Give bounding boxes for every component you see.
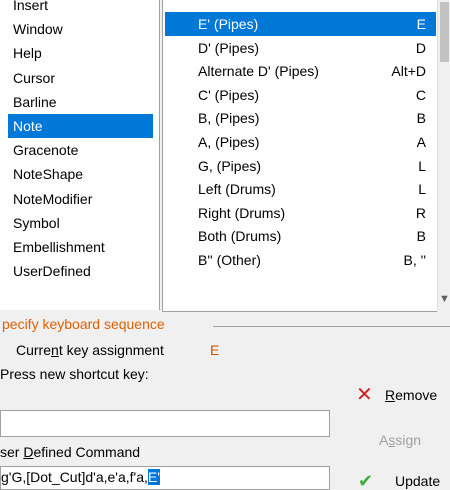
category-item[interactable]: Cursor — [8, 66, 153, 90]
command-shortcut: B — [416, 228, 426, 245]
command-shortcut: C — [415, 86, 426, 103]
remove-button-label: Remove — [385, 383, 437, 407]
remove-mnemonic: R — [385, 387, 396, 403]
user-defined-command-input[interactable]: g'G,[Dot_Cut]d'a,e'a,f'a,E' — [0, 466, 330, 490]
assign-button[interactable]: Assign — [352, 428, 448, 452]
category-item[interactable]: Embellishment — [8, 235, 153, 259]
category-item[interactable]: Help — [8, 41, 153, 65]
category-list[interactable]: Insert Window Help Cursor Barline Note Graceno… — [0, 0, 160, 310]
command-shortcut: R — [415, 204, 426, 221]
command-shortcut: L — [418, 181, 426, 198]
command-row[interactable]: B, (Pipes) B — [165, 106, 436, 130]
command-row[interactable]: Right (Drums) R — [165, 201, 436, 225]
command-label-part: efined Command — [33, 444, 141, 460]
command-row[interactable]: E' (Pipes) E — [165, 12, 436, 36]
command-name: G, (Pipes) — [198, 157, 262, 174]
assign-label-part: sign — [395, 432, 422, 448]
command-label-part: ser — [0, 444, 24, 460]
command-name: A, (Pipes) — [198, 134, 260, 150]
category-item[interactable]: Symbol — [8, 211, 153, 235]
command-name: D' (Pipes) — [198, 39, 260, 56]
command-label-mnemonic: D — [23, 444, 34, 460]
command-list[interactable]: E' (Pipes) E D' (Pipes) D Alternate D' (Pipe… — [162, 0, 437, 312]
user-defined-command-label: ser Defined Command — [0, 444, 140, 460]
command-row[interactable]: G, (Pipes) L — [165, 154, 436, 178]
command-list-scrollbar[interactable]: ▼ — [437, 0, 450, 312]
command-name: Alternate D' (Pipes) — [198, 63, 319, 80]
current-key-label-part: t key assignment — [58, 342, 164, 358]
command-shortcut: D — [415, 39, 426, 56]
checkmark-icon: ✔ — [358, 471, 374, 490]
press-shortcut-label: Press new shortcut key: — [0, 366, 149, 382]
remove-button[interactable]: ✕ Remove — [352, 383, 448, 407]
command-shortcut: L — [418, 157, 426, 174]
current-key-label: Current key assignment — [16, 342, 164, 358]
category-item[interactable]: Gracenote — [8, 138, 153, 162]
category-item[interactable]: Barline — [8, 90, 153, 114]
command-text-selected: E' — [147, 469, 160, 485]
category-item[interactable]: NoteModifier — [8, 187, 153, 211]
command-name: Left (Drums) — [198, 181, 276, 198]
category-item[interactable]: Note — [8, 114, 153, 138]
update-button-label: Update — [395, 473, 441, 489]
keyboard-section-label: pecify keyboard sequence — [2, 316, 165, 332]
assign-button-label: Assign — [379, 428, 421, 452]
current-key-label-mnemonic: n — [51, 342, 59, 358]
category-item[interactable]: Insert — [8, 0, 153, 17]
remove-label-part: emove — [395, 387, 438, 403]
scroll-down-icon[interactable]: ▼ — [438, 288, 450, 310]
category-item[interactable]: NoteShape — [8, 162, 153, 186]
command-name: B, (Pipes) — [198, 110, 260, 127]
command-name: B'' (Other) — [198, 252, 261, 268]
command-row[interactable]: A, (Pipes) A — [165, 130, 436, 154]
command-row[interactable]: B'' (Other) B, '' — [165, 248, 436, 272]
command-row[interactable]: C' (Pipes) C — [165, 83, 436, 107]
current-key-label-part: Curre — [16, 342, 52, 358]
command-shortcut: B — [416, 110, 426, 127]
command-name: E' (Pipes) — [198, 16, 259, 32]
command-shortcut: E — [416, 16, 426, 32]
command-row[interactable]: Alternate D' (Pipes) Alt+D — [165, 59, 436, 83]
command-text: g'G,[Dot_Cut]d'a,e'a,f'a, — [1, 469, 148, 485]
x-icon: ✕ — [356, 384, 373, 406]
command-row[interactable]: Both (Drums) B — [165, 224, 436, 248]
section-divider — [213, 326, 450, 327]
command-row[interactable]: D' (Pipes) D — [165, 36, 436, 60]
command-row[interactable]: Left (Drums) L — [165, 177, 436, 201]
command-name: C' (Pipes) — [198, 86, 260, 103]
command-shortcut: A — [416, 134, 426, 150]
command-shortcut: Alt+D — [391, 63, 426, 80]
category-item[interactable]: Window — [8, 17, 153, 41]
update-button[interactable]: ✔ Update — [352, 470, 448, 490]
assign-label-part: A — [379, 432, 389, 448]
command-shortcut: B, '' — [403, 252, 426, 268]
command-name: Right (Drums) — [198, 204, 286, 221]
command-name: Both (Drums) — [198, 228, 282, 245]
shortcut-key-input[interactable] — [0, 410, 330, 437]
current-key-value: E — [210, 342, 220, 358]
category-item[interactable]: UserDefined — [8, 259, 153, 283]
scroll-thumb[interactable] — [440, 2, 449, 62]
